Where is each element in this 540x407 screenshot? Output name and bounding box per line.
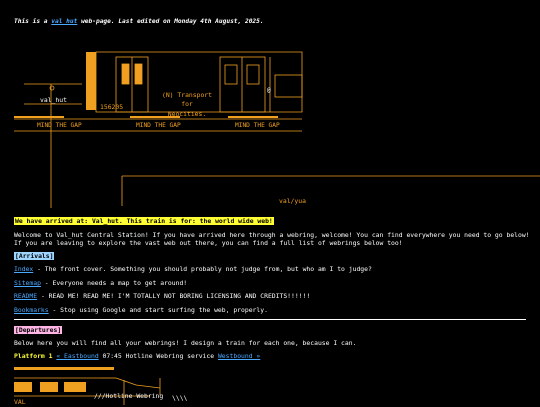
platform-row: Platform 1 « Eastbound 07:45 Hotline Web… <box>14 352 260 361</box>
service-text: 07:45 Hotline Webring service <box>98 352 218 360</box>
arrival-item-readme: README - READ ME! READ ME! I'M TOTALLY N… <box>14 292 310 301</box>
arrival-item-index: Index - The front cover. Something you s… <box>14 265 372 274</box>
eastbound-link[interactable]: « Eastbound <box>56 352 98 360</box>
arrivals-heading: [Arrivals] <box>14 252 55 261</box>
platform-label: Platform 1 <box>14 352 53 360</box>
train-number: 156205 <box>100 103 124 111</box>
door-marker: @ <box>267 87 271 94</box>
val-label: VAL <box>14 398 26 406</box>
bookmarks-link[interactable]: Bookmarks <box>14 306 49 314</box>
train-nose <box>86 52 96 110</box>
westbound-link[interactable]: Westbound » <box>218 352 260 360</box>
arrival-banner-text: We have arrived at: Val_hut. This train … <box>14 217 274 225</box>
webring-train-label: ///Hotline Webring <box>94 392 164 400</box>
platform-edge-marks <box>14 116 278 118</box>
train-destination: (N) Transport for Neocities. <box>157 91 217 119</box>
arrival-item-bookmarks: Bookmarks - Stop using Google and start … <box>14 306 268 315</box>
section-divider <box>14 319 526 320</box>
arrival-item-sitemap: Sitemap - Everyone needs a map to get ar… <box>14 279 187 288</box>
arrival-banner: We have arrived at: Val_hut. This train … <box>14 217 274 226</box>
readme-description: - READ ME! READ ME! I'M TOTALLY NOT BORI… <box>37 292 311 300</box>
train-destination-line1: (N) Transport for <box>161 91 213 109</box>
sitemap-description: - Everyone needs a map to get around! <box>40 279 188 287</box>
mind-gap-1: MIND THE GAP <box>37 122 82 129</box>
station-scene: @ <box>14 51 540 208</box>
index-description: - The front cover. Something you should … <box>33 265 372 273</box>
departures-heading-text: [Departures] <box>14 326 63 334</box>
sign-bottom-right: val/yua <box>279 197 306 205</box>
mind-gap-3: MIND THE GAP <box>235 122 280 129</box>
bookmarks-description: - Stop using Google and start surfing th… <box>48 306 268 314</box>
train-destination-line2: Neocities. <box>167 109 207 118</box>
index-link[interactable]: Index <box>14 265 33 273</box>
welcome-line-2: If you are leaving to explore the vast w… <box>14 239 403 247</box>
departures-heading: [Departures] <box>14 326 63 335</box>
sitemap-link[interactable]: Sitemap <box>14 279 41 287</box>
webring-train-tail: \\\\ <box>172 394 188 402</box>
arrivals-heading-text: [Arrivals] <box>14 252 55 260</box>
mind-gap-2: MIND THE GAP <box>136 122 181 129</box>
readme-link[interactable]: README <box>14 292 37 300</box>
departures-intro: Below here you will find all your webrin… <box>14 339 357 347</box>
lower-sign-frame <box>121 175 540 206</box>
station-sign-label: val_hut <box>40 96 67 104</box>
